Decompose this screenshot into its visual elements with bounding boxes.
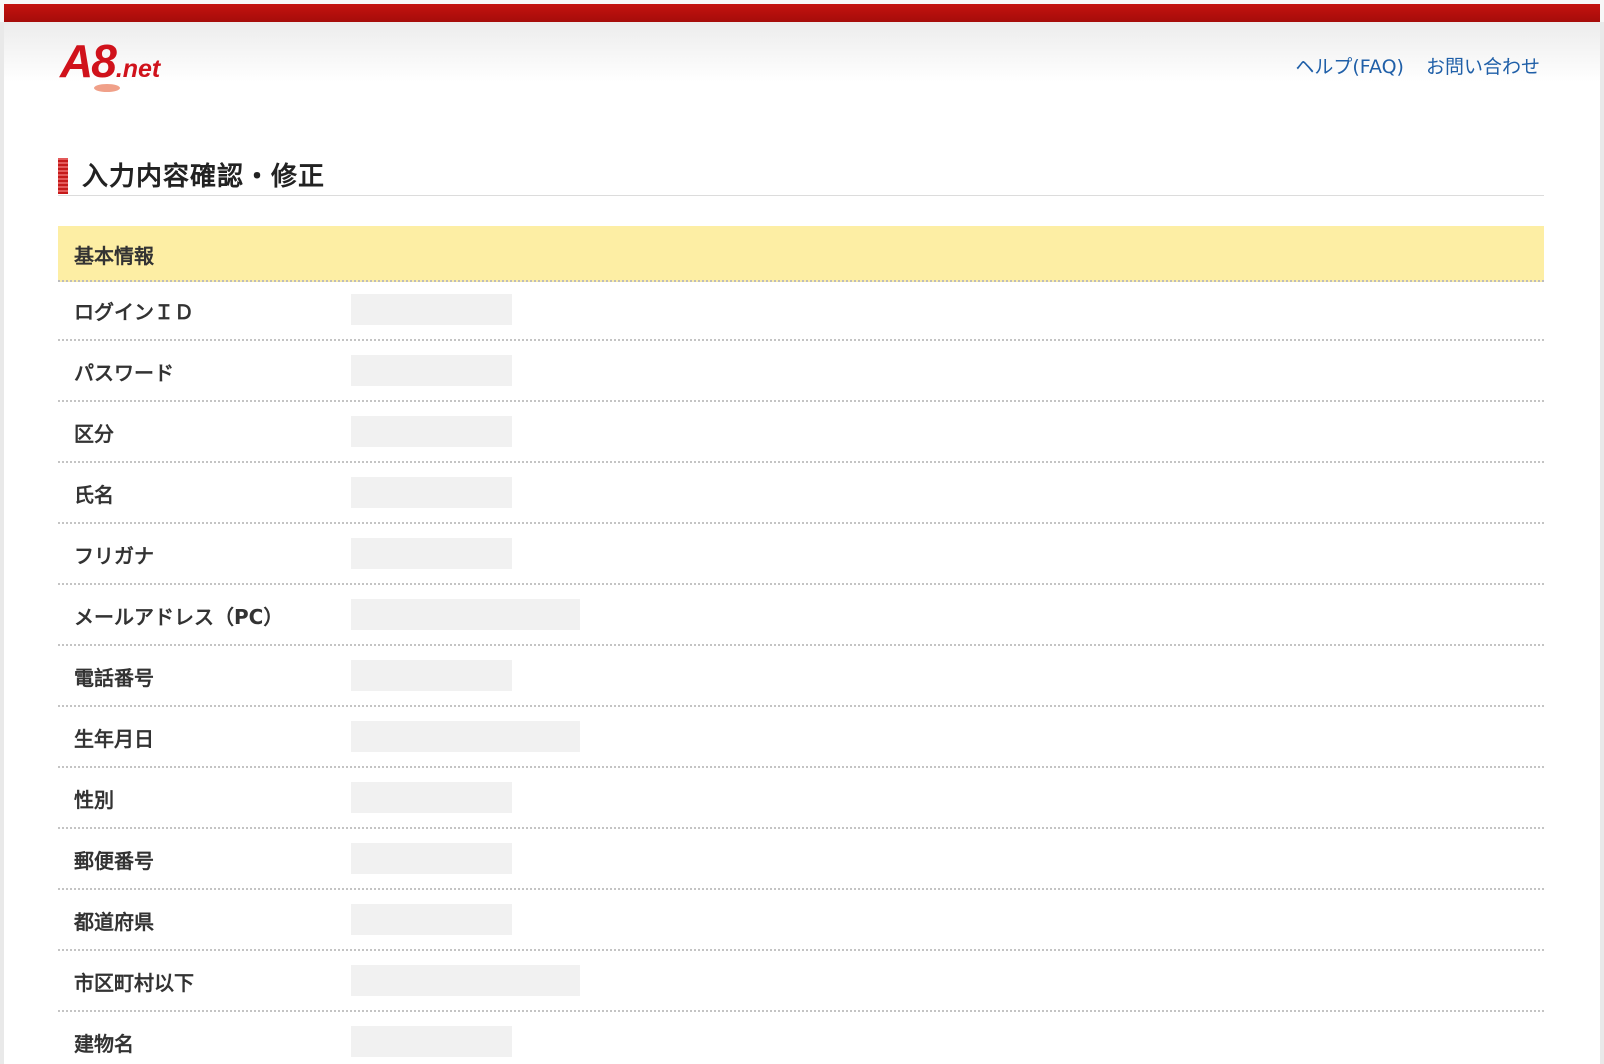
row-label: 都道府県 [74, 910, 154, 934]
row-login-id: ログインＩＤ [58, 280, 1544, 341]
row-label: パスワード [74, 361, 174, 385]
row-prefecture: 都道府県 [58, 890, 1544, 951]
row-birthdate: 生年月日 [58, 707, 1544, 768]
row-label: 電話番号 [74, 666, 154, 690]
row-label: メールアドレス（PC） [74, 605, 284, 629]
row-furigana: フリガナ [58, 524, 1544, 585]
row-label: 性別 [74, 788, 114, 812]
logo-text: A8.net [60, 35, 161, 87]
row-label: 市区町村以下 [74, 971, 194, 995]
row-value-category [351, 416, 512, 447]
row-gender: 性別 [58, 768, 1544, 829]
section-header-basic-info: 基本情報 [58, 226, 1544, 282]
section-title: 基本情報 [74, 244, 154, 268]
row-email-pc: メールアドレス（PC） [58, 585, 1544, 646]
row-city-address: 市区町村以下 [58, 951, 1544, 1012]
row-postal-code: 郵便番号 [58, 829, 1544, 890]
row-value-prefecture [351, 904, 512, 935]
basic-info-table: ログインＩＤ パスワード 区分 氏名 フリガナ メールアドレス（PC） 電話番号 [58, 280, 1544, 1064]
row-value-name [351, 477, 512, 508]
row-value-email-pc [351, 599, 580, 630]
header-links: ヘルプ(FAQ) お問い合わせ [1295, 52, 1540, 79]
help-faq-link[interactable]: ヘルプ(FAQ) [1295, 52, 1404, 79]
row-phone: 電話番号 [58, 646, 1544, 707]
row-value-postal-code [351, 843, 512, 874]
header-red-stripe [4, 4, 1600, 22]
row-value-building [351, 1026, 512, 1057]
row-value-login-id [351, 294, 512, 325]
a8net-logo[interactable]: A8.net [60, 34, 190, 94]
row-value-birthdate [351, 721, 580, 752]
row-value-phone [351, 660, 512, 691]
row-label: フリガナ [74, 544, 154, 568]
row-building: 建物名 [58, 1012, 1544, 1064]
row-category: 区分 [58, 402, 1544, 463]
row-label: 建物名 [74, 1032, 134, 1056]
page-container: A8.net ヘルプ(FAQ) お問い合わせ 入力内容確認・修正 基本情報 ログ… [4, 22, 1600, 1064]
row-label: 氏名 [74, 483, 114, 507]
row-label: 区分 [74, 422, 114, 446]
page-title: 入力内容確認・修正 [82, 162, 326, 192]
row-value-furigana [351, 538, 512, 569]
row-label: ログインＩＤ [74, 300, 194, 324]
row-value-city-address [351, 965, 580, 996]
row-label: 生年月日 [74, 727, 154, 751]
page-title-bar: 入力内容確認・修正 [58, 152, 1544, 196]
row-name: 氏名 [58, 463, 1544, 524]
row-value-gender [351, 782, 512, 813]
logo-dot-icon [94, 84, 120, 92]
title-marker-icon [58, 158, 68, 194]
row-value-password [351, 355, 512, 386]
top-bar [0, 0, 1604, 22]
row-label: 郵便番号 [74, 849, 154, 873]
contact-link[interactable]: お問い合わせ [1426, 52, 1540, 79]
row-password: パスワード [58, 341, 1544, 402]
